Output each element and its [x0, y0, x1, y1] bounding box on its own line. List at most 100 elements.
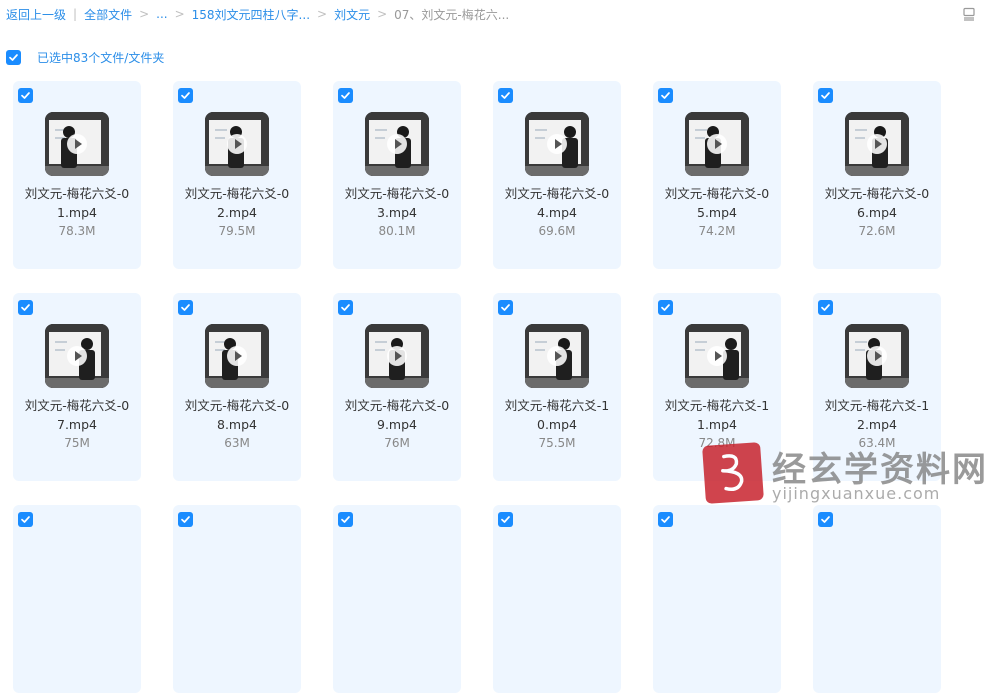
- file-checkbox[interactable]: [18, 88, 33, 103]
- file-name: 刘文元-梅花六爻-08.mp4: [184, 398, 290, 432]
- video-thumbnail[interactable]: [525, 324, 589, 388]
- breadcrumb-ellipsis[interactable]: ...: [156, 7, 167, 21]
- check-icon: [181, 92, 190, 99]
- check-icon: [9, 53, 18, 61]
- file-card[interactable]: [173, 505, 301, 693]
- file-checkbox[interactable]: [338, 300, 353, 315]
- breadcrumb-back[interactable]: 返回上一级: [6, 6, 66, 23]
- file-checkbox[interactable]: [338, 512, 353, 527]
- select-all-checkbox[interactable]: [6, 49, 21, 65]
- play-icon: [707, 134, 727, 154]
- list-view-icon[interactable]: [962, 6, 976, 21]
- check-icon: [181, 304, 190, 311]
- file-checkbox[interactable]: [498, 88, 513, 103]
- file-card[interactable]: [813, 505, 941, 693]
- file-checkbox[interactable]: [18, 512, 33, 527]
- file-checkbox[interactable]: [498, 300, 513, 315]
- file-checkbox[interactable]: [178, 512, 193, 527]
- breadcrumb-separator: >: [377, 7, 388, 21]
- file-checkbox[interactable]: [818, 300, 833, 315]
- file-name: 刘文元-梅花六爻-07.mp4: [24, 398, 130, 432]
- video-thumbnail[interactable]: [205, 112, 269, 176]
- file-checkbox[interactable]: [18, 300, 33, 315]
- file-card[interactable]: 刘文元-梅花六爻-05.mp4 74.2M: [653, 81, 781, 269]
- file-name: 刘文元-梅花六爻-10.mp4: [504, 398, 610, 432]
- play-icon: [547, 346, 567, 366]
- file-checkbox[interactable]: [658, 88, 673, 103]
- file-size: 63M: [224, 436, 250, 450]
- file-name: 刘文元-梅花六爻-02.mp4: [184, 186, 290, 220]
- check-icon: [821, 92, 830, 99]
- file-name: 刘文元-梅花六爻-09.mp4: [344, 398, 450, 432]
- file-checkbox[interactable]: [178, 300, 193, 315]
- file-name: 刘文元-梅花六爻-06.mp4: [824, 186, 930, 220]
- file-card[interactable]: [493, 505, 621, 693]
- breadcrumb-all-files[interactable]: 全部文件: [84, 6, 132, 23]
- check-icon: [21, 92, 30, 99]
- check-icon: [821, 304, 830, 311]
- file-size: 72.8M: [698, 436, 736, 450]
- file-checkbox[interactable]: [658, 512, 673, 527]
- video-thumbnail[interactable]: [45, 112, 109, 176]
- play-icon: [707, 346, 727, 366]
- video-thumbnail[interactable]: [365, 324, 429, 388]
- file-card[interactable]: 刘文元-梅花六爻-04.mp4 69.6M: [493, 81, 621, 269]
- file-card[interactable]: 刘文元-梅花六爻-02.mp4 79.5M: [173, 81, 301, 269]
- file-card[interactable]: 刘文元-梅花六爻-08.mp4 63M: [173, 293, 301, 481]
- file-card[interactable]: 刘文元-梅花六爻-07.mp4 75M: [13, 293, 141, 481]
- video-thumbnail[interactable]: [845, 112, 909, 176]
- video-thumbnail[interactable]: [845, 324, 909, 388]
- play-icon: [547, 134, 567, 154]
- check-icon: [661, 304, 670, 311]
- file-card[interactable]: [653, 505, 781, 693]
- file-card[interactable]: 刘文元-梅花六爻-06.mp4 72.6M: [813, 81, 941, 269]
- breadcrumb-separator: >: [317, 7, 328, 21]
- file-name: 刘文元-梅花六爻-01.mp4: [24, 186, 130, 220]
- file-card[interactable]: 刘文元-梅花六爻-01.mp4 78.3M: [13, 81, 141, 269]
- file-size: 76M: [384, 436, 410, 450]
- file-card[interactable]: 刘文元-梅花六爻-03.mp4 80.1M: [333, 81, 461, 269]
- play-icon: [227, 346, 247, 366]
- file-size: 69.6M: [538, 224, 576, 238]
- file-size: 78.3M: [58, 224, 96, 238]
- file-card[interactable]: 刘文元-梅花六爻-10.mp4 75.5M: [493, 293, 621, 481]
- play-icon: [67, 134, 87, 154]
- file-name: 刘文元-梅花六爻-04.mp4: [504, 186, 610, 220]
- file-checkbox[interactable]: [338, 88, 353, 103]
- play-icon: [387, 134, 407, 154]
- file-size: 80.1M: [378, 224, 416, 238]
- file-card[interactable]: 刘文元-梅花六爻-11.mp4 72.8M: [653, 293, 781, 481]
- video-thumbnail[interactable]: [525, 112, 589, 176]
- breadcrumb-folder-2[interactable]: 刘文元: [334, 6, 370, 23]
- file-checkbox[interactable]: [818, 512, 833, 527]
- breadcrumb-separator: |: [73, 7, 78, 21]
- video-thumbnail[interactable]: [45, 324, 109, 388]
- file-card[interactable]: 刘文元-梅花六爻-09.mp4 76M: [333, 293, 461, 481]
- video-thumbnail[interactable]: [365, 112, 429, 176]
- check-icon: [501, 304, 510, 311]
- play-icon: [867, 134, 887, 154]
- file-card[interactable]: [13, 505, 141, 693]
- file-checkbox[interactable]: [818, 88, 833, 103]
- file-checkbox[interactable]: [658, 300, 673, 315]
- breadcrumb-folder-1[interactable]: 158刘文元四柱八字...: [192, 6, 310, 23]
- file-size: 63.4M: [858, 436, 896, 450]
- check-icon: [21, 304, 30, 311]
- video-thumbnail[interactable]: [205, 324, 269, 388]
- file-card[interactable]: 刘文元-梅花六爻-12.mp4 63.4M: [813, 293, 941, 481]
- breadcrumb-current: 07、刘文元-梅花六...: [394, 7, 510, 22]
- file-card[interactable]: [333, 505, 461, 693]
- play-icon: [67, 346, 87, 366]
- file-checkbox[interactable]: [498, 512, 513, 527]
- check-icon: [661, 516, 670, 523]
- file-checkbox[interactable]: [178, 88, 193, 103]
- video-thumbnail[interactable]: [685, 324, 749, 388]
- check-icon: [341, 516, 350, 523]
- select-all-bar: 已选中83个文件/文件夹: [6, 48, 164, 66]
- file-size: 74.2M: [698, 224, 736, 238]
- video-thumbnail[interactable]: [685, 112, 749, 176]
- check-icon: [341, 92, 350, 99]
- check-icon: [501, 516, 510, 523]
- check-icon: [501, 92, 510, 99]
- selection-count-label: 已选中83个文件/文件夹: [37, 50, 165, 65]
